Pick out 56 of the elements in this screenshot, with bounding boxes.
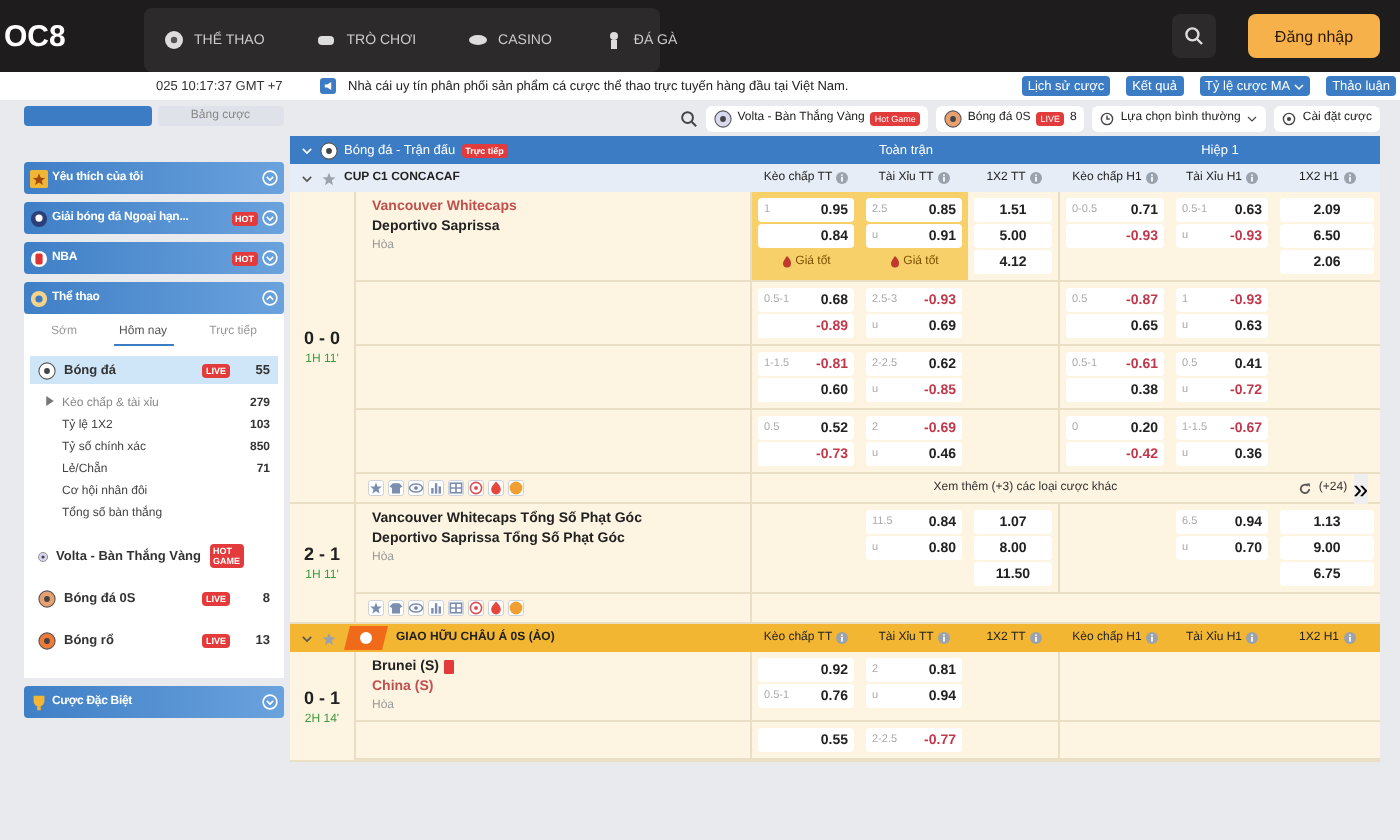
trophy-icon [30,693,48,711]
shirt-icon [388,480,404,496]
coin-icon [508,480,524,496]
table-icon [448,480,464,496]
info-icon [1145,632,1158,644]
info-icon [1246,172,1258,184]
ball-icon [38,547,49,565]
league-logo-icon [344,626,388,650]
clock-icon [1100,111,1115,125]
logo[interactable]: OC8 [0,19,144,53]
next-button[interactable]: » [1353,473,1368,503]
star-icon [368,480,384,496]
eye-icon [408,480,424,496]
caret-icon [46,396,54,406]
ball-icon [38,631,56,649]
star-icon [322,171,336,185]
eye-icon [408,600,424,616]
caret-icon [1294,81,1305,91]
target-icon [468,480,484,496]
info-icon [937,172,950,184]
info-icon [1246,632,1258,644]
star-icon [30,169,48,187]
refresh-icon [1298,481,1313,495]
ball-icon [164,30,184,50]
search-icon [679,109,698,127]
info-icon [1145,172,1158,184]
score-text: 2 - 1 [303,544,340,564]
shirt-icon [388,600,404,616]
bar-chart-icon [428,480,444,496]
login-button[interactable]: Đăng nhập [1248,14,1380,58]
info-icon [1343,172,1355,184]
info-icon [1029,632,1042,644]
info-icon [1343,632,1355,644]
ball-icon [943,109,962,127]
info-icon [836,632,849,644]
caret-icon [1246,113,1259,123]
score-text: 0 - 1 [303,687,340,707]
chevron-down-icon [300,631,314,645]
coin-icon [508,600,524,616]
target-icon [468,600,484,616]
search-icon [1184,26,1204,46]
table-icon [448,600,464,616]
ball-icon [38,589,56,607]
search-button[interactable] [1172,14,1216,58]
settings-icon [1282,111,1297,125]
ball-icon [320,141,338,159]
star-icon [322,631,336,645]
score-text: 0 - 0 [303,328,340,348]
info-icon [937,632,950,644]
ball-icon [713,109,732,127]
bar-chart-icon [428,600,444,616]
info-icon [836,172,849,184]
megaphone-icon [320,78,336,94]
info-icon [1029,172,1042,184]
ball-icon [38,361,56,379]
star-icon [368,600,384,616]
